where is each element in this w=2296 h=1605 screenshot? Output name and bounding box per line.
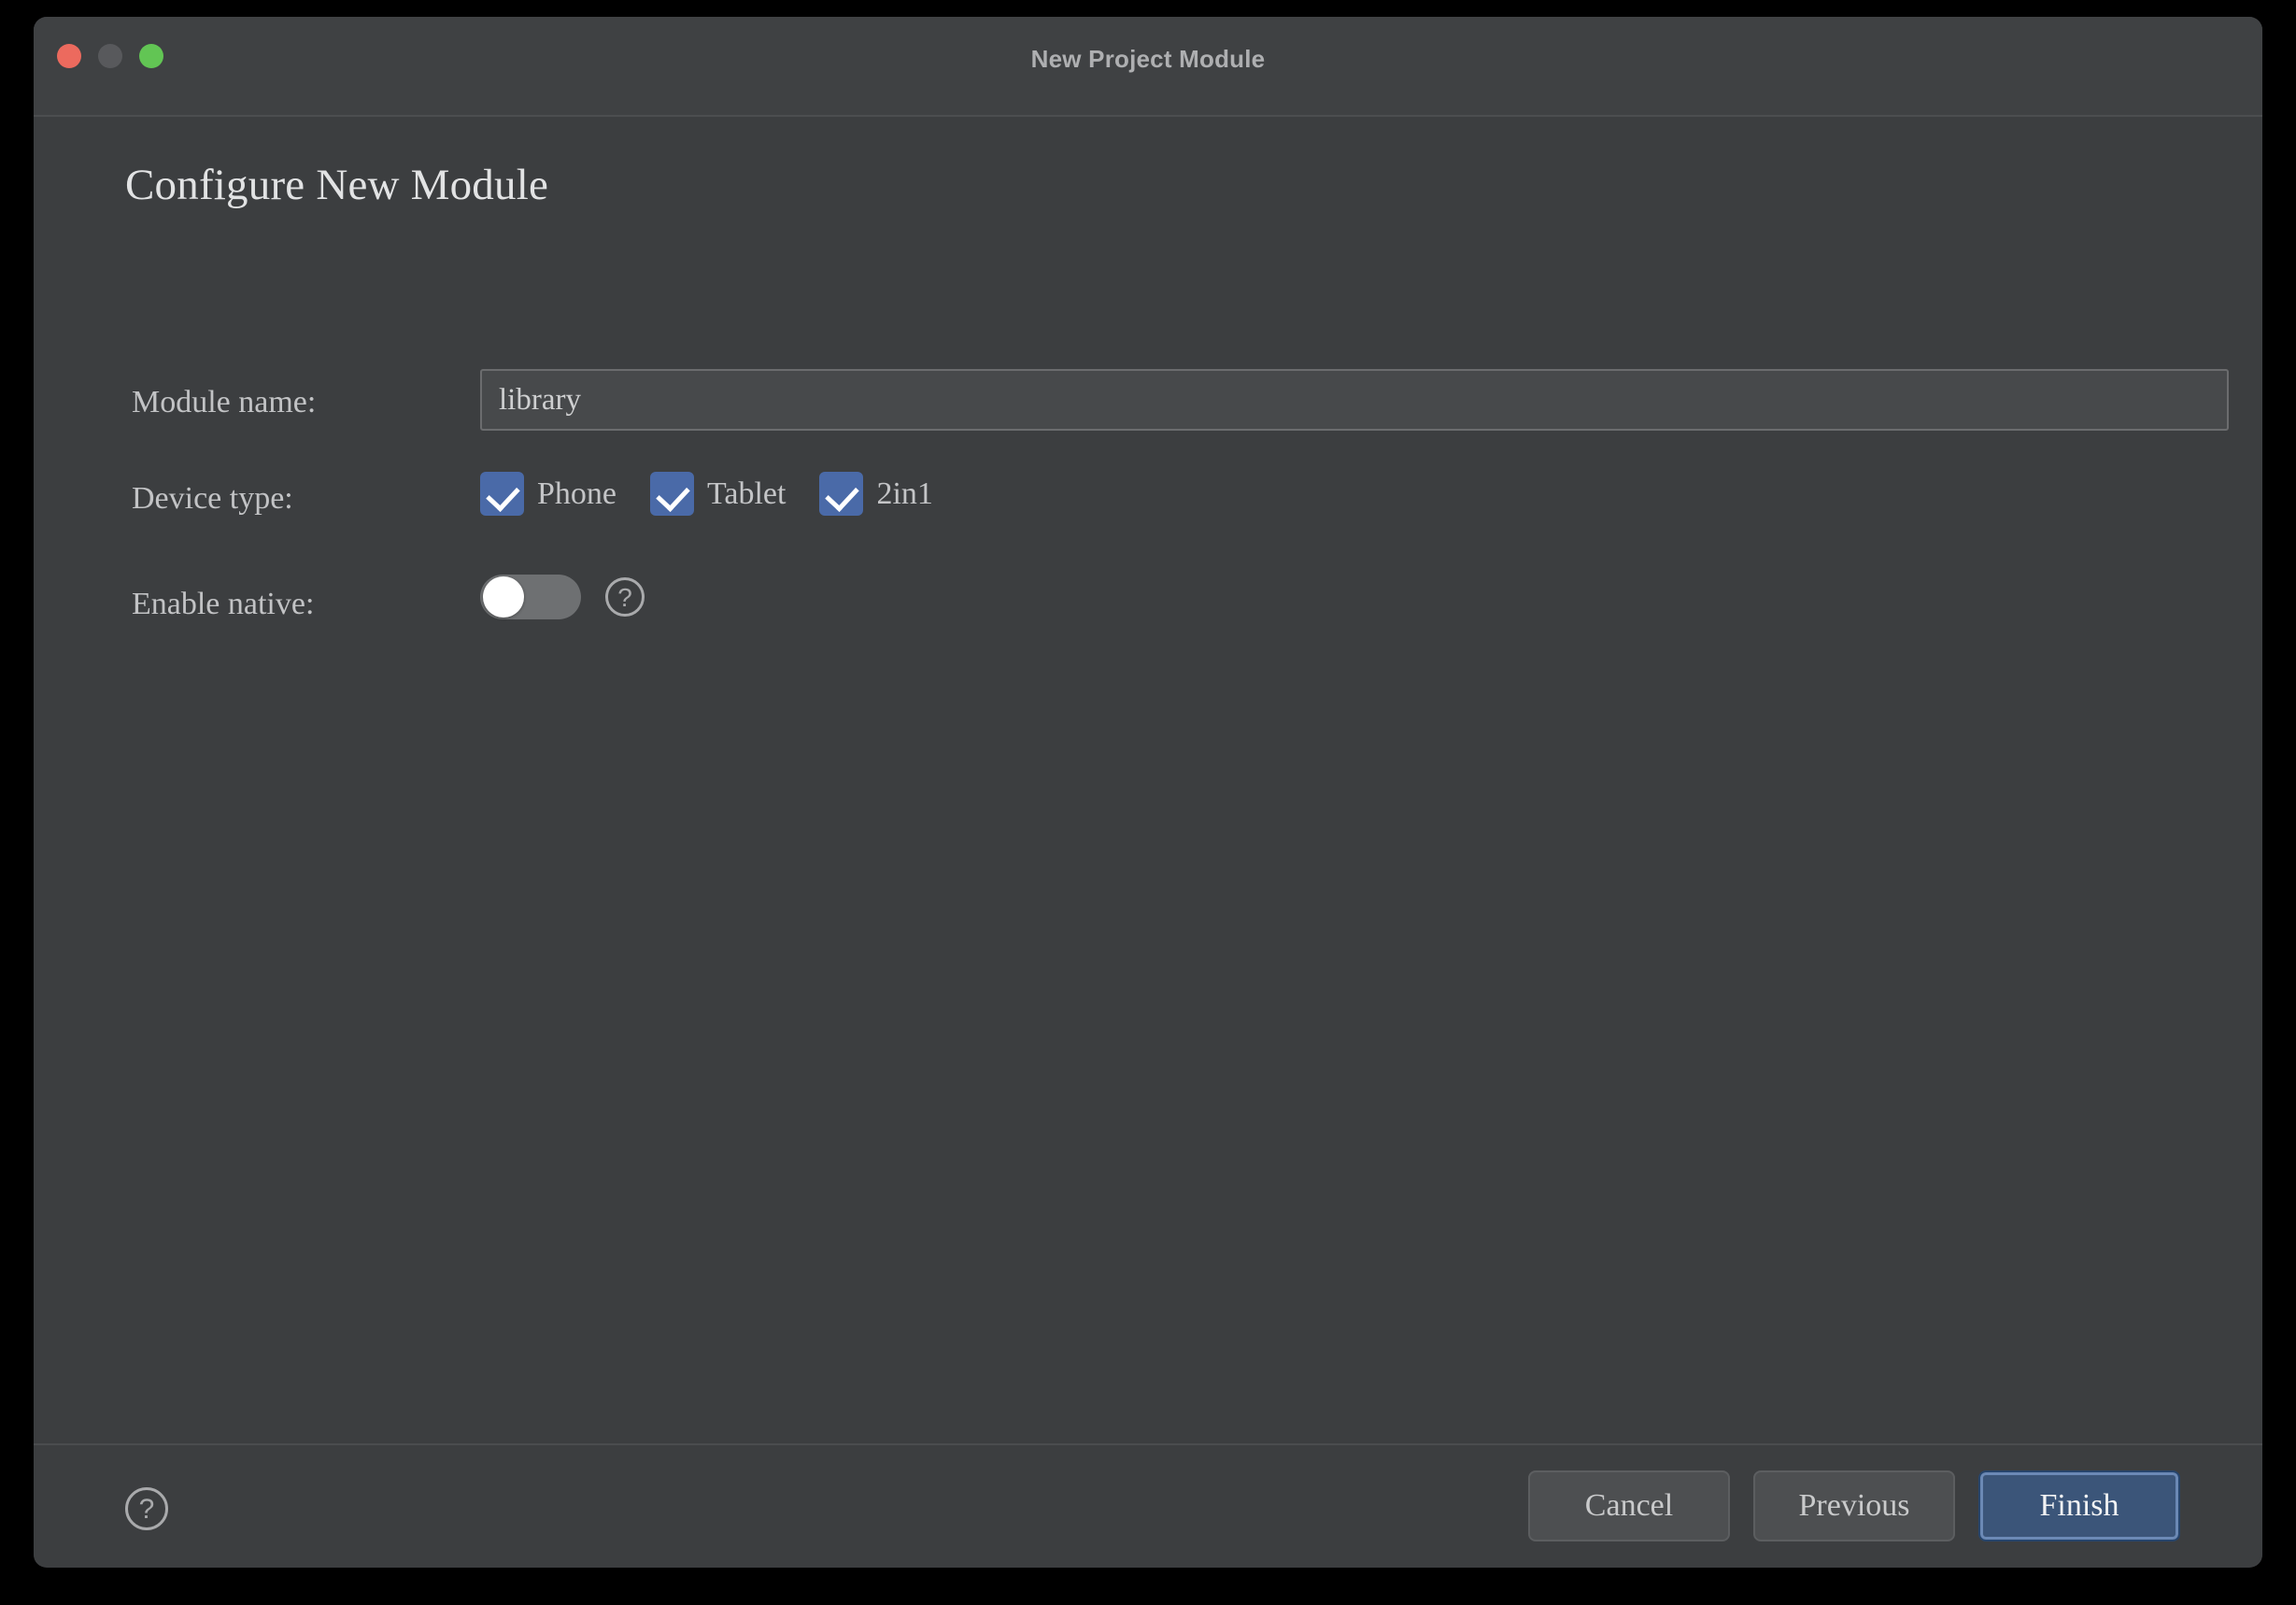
cancel-button[interactable]: Cancel: [1528, 1470, 1730, 1541]
checkbox-checked-icon[interactable]: [819, 472, 864, 516]
device-type-options: Phone Tablet 2in1: [480, 472, 967, 516]
checkbox-checked-icon[interactable]: [650, 472, 694, 516]
question-mark-icon[interactable]: ?: [605, 577, 645, 617]
dialog-window: New Project Module Configure New Module …: [34, 17, 2262, 1568]
dialog-footer: ? Cancel Previous Finish: [34, 1443, 2262, 1566]
footer-button-group: Cancel Previous Finish: [1528, 1470, 2180, 1541]
enable-native-label: Enable native:: [132, 587, 315, 621]
checkbox-checked-icon[interactable]: [480, 472, 524, 516]
device-type-row: Device type: Phone Tablet 2in1: [34, 472, 2262, 528]
window-title: New Project Module: [1030, 45, 1266, 73]
device-type-option-label: Tablet: [707, 476, 787, 511]
help-question-mark-icon[interactable]: ?: [125, 1487, 168, 1530]
finish-button[interactable]: Finish: [1978, 1470, 2180, 1541]
toggle-knob: [483, 576, 524, 618]
enable-native-toggle[interactable]: [480, 575, 581, 619]
module-name-input[interactable]: [480, 369, 2229, 431]
window-titlebar: New Project Module: [34, 17, 2262, 117]
device-type-option-tablet[interactable]: Tablet: [650, 472, 786, 516]
enable-native-field: ?: [480, 575, 645, 619]
device-type-label: Device type:: [132, 481, 293, 516]
device-type-option-label: 2in1: [876, 476, 933, 511]
dialog-content: Configure New Module Module name: Device…: [34, 117, 2262, 1443]
module-name-row: Module name:: [34, 369, 2262, 444]
module-name-label: Module name:: [132, 385, 317, 419]
device-type-option-label: Phone: [537, 476, 617, 511]
previous-button[interactable]: Previous: [1753, 1470, 1955, 1541]
device-type-option-phone[interactable]: Phone: [480, 472, 617, 516]
device-type-option-2in1[interactable]: 2in1: [819, 472, 933, 516]
enable-native-row: Enable native: ?: [34, 575, 2262, 631]
page-title: Configure New Module: [125, 161, 549, 209]
